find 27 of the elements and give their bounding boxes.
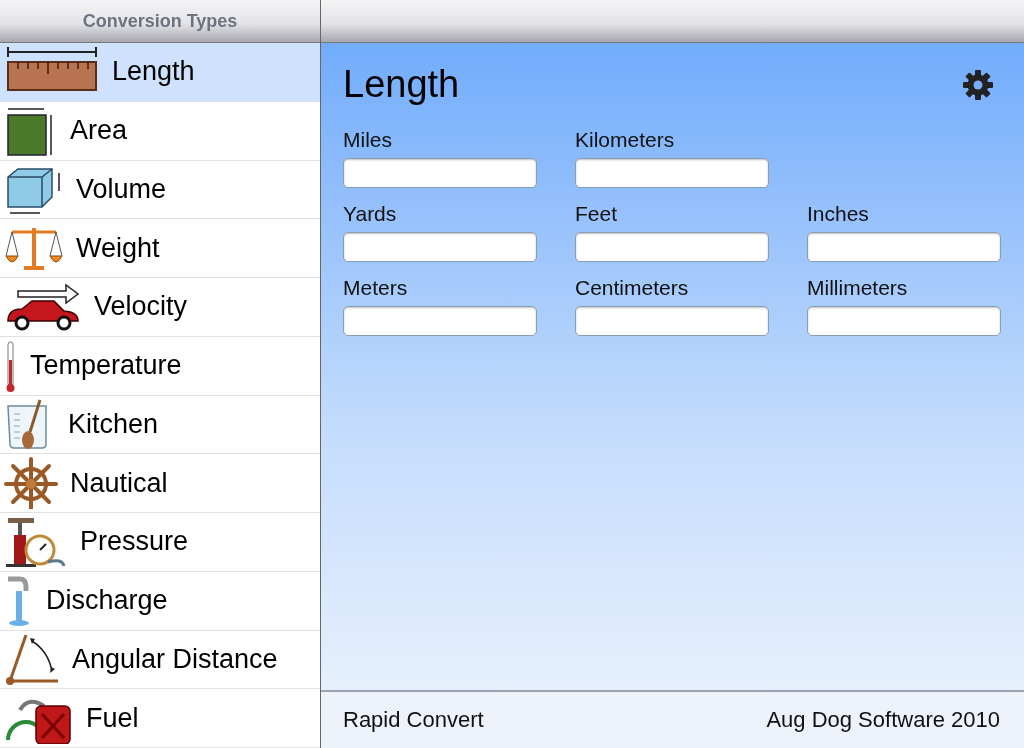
field-label: Millimeters — [807, 276, 909, 300]
field-label: Yards — [343, 202, 398, 226]
field-label: Miles — [343, 128, 393, 152]
input-field[interactable] — [343, 158, 537, 188]
input-field[interactable] — [807, 232, 1001, 262]
page-title: Length — [343, 63, 460, 106]
input-field[interactable] — [575, 306, 769, 336]
field-label: Feet — [575, 202, 619, 226]
input-field[interactable] — [575, 158, 769, 188]
field-label: Inches — [807, 202, 870, 226]
sidebar-title: Conversion Types — [82, 10, 238, 32]
footer-text: Rapid Convert — [343, 707, 484, 733]
conversion-type-item[interactable]: Length — [0, 43, 320, 102]
conversion-type-item[interactable]: Angular Distance — [0, 630, 320, 690]
input-field[interactable] — [343, 232, 537, 262]
field-label: Kilometers — [575, 128, 676, 152]
input-field[interactable] — [575, 232, 769, 262]
angle-icon — [4, 633, 60, 686]
pump-gauge-icon — [4, 515, 68, 568]
field-label: Meters — [343, 276, 409, 300]
conversion-type-item[interactable]: Nautical — [0, 454, 320, 513]
input-field[interactable] — [343, 306, 537, 336]
settings-icon[interactable] — [962, 68, 994, 101]
ship-wheel-icon — [4, 457, 58, 510]
field-label: Centimeters — [575, 276, 690, 300]
footer-text: Aug Dog Software 2010 — [766, 707, 1000, 733]
input-field[interactable] — [807, 306, 1001, 336]
